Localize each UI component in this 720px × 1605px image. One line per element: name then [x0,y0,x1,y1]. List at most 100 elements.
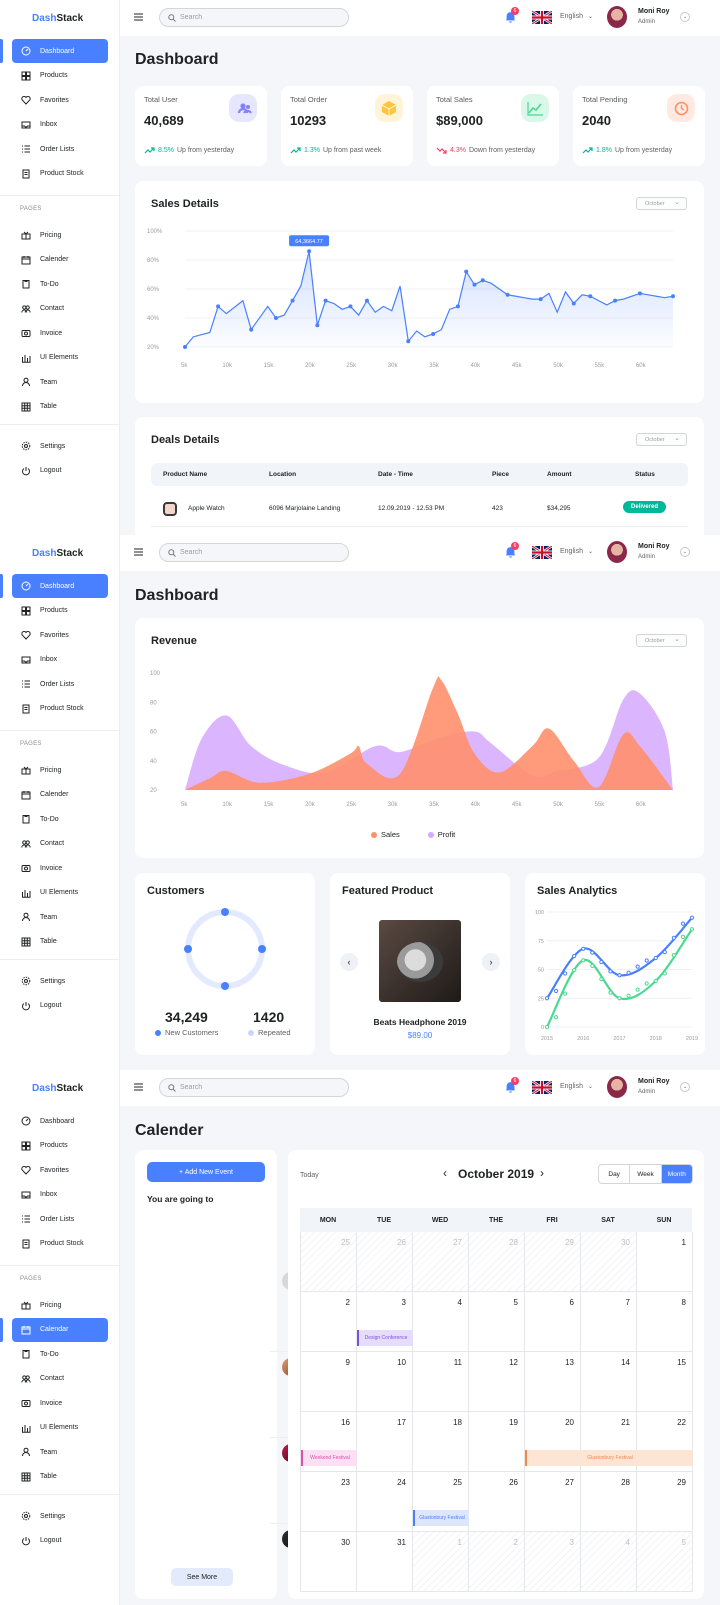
data-point[interactable] [637,291,642,296]
language-selector[interactable]: English [560,1083,583,1090]
calendar-day-cell[interactable]: 26 [357,1232,413,1292]
sidebar-item-to-do[interactable]: To-Do [12,1342,108,1366]
sidebar-item-pricing[interactable]: Pricing [12,223,108,247]
data-point[interactable] [590,963,595,968]
calendar-day-cell[interactable]: 5 [469,1292,525,1352]
avatar[interactable] [607,541,627,563]
data-point[interactable] [553,1015,559,1020]
data-point[interactable] [307,249,312,254]
sidebar-item-ui-elements[interactable]: UI Elements [12,881,108,905]
calendar-day-cell[interactable]: 3 [525,1532,581,1592]
data-point[interactable] [464,269,469,274]
data-point[interactable] [290,298,295,303]
sidebar-item-product-stock[interactable]: Product Stock [12,1232,108,1256]
data-point[interactable] [544,996,550,1001]
sidebar-item-logout[interactable]: Logout [12,1529,108,1553]
calendar-day-cell[interactable]: 28 [469,1232,525,1292]
calendar-day-cell[interactable]: 25 [301,1232,357,1292]
sidebar-item-inbox[interactable]: Inbox [12,648,108,672]
logo[interactable]: DashStack [32,1083,83,1094]
sidebar-item-order-lists[interactable]: Order Lists [12,137,108,161]
sidebar-item-contact[interactable]: Contact [12,832,108,856]
sidebar-item-pricing[interactable]: Pricing [12,758,108,782]
data-point[interactable] [653,955,658,961]
sidebar-item-dashboard[interactable]: Dashboard [12,1109,108,1133]
chevron-down-icon[interactable]: ⌄ [588,1083,593,1090]
chevron-down-icon[interactable]: ⌄ [588,548,593,555]
sidebar-item-ui-elements[interactable]: UI Elements [12,1416,108,1440]
sidebar-item-pricing[interactable]: Pricing [12,1293,108,1317]
sidebar-item-dashboard[interactable]: Dashboard [0,39,108,63]
sidebar-item-team[interactable]: Team [12,905,108,929]
sidebar-item-table[interactable]: Table [12,1465,108,1489]
notification-button[interactable]: 6 [505,7,519,28]
profile-menu-button[interactable]: ⌄ [680,1082,690,1092]
sidebar-item-settings[interactable]: Settings [12,969,108,993]
sidebar-item-products[interactable]: Products [12,1134,108,1158]
view-month[interactable]: Month [661,1165,692,1183]
data-point[interactable] [662,950,667,955]
language-selector[interactable]: English [560,548,583,555]
search-input[interactable]: Search [159,543,349,562]
calendar-day-cell[interactable]: 13 [525,1352,581,1412]
view-week[interactable]: Week [630,1165,662,1183]
sidebar-item-table[interactable]: Table [12,930,108,954]
sidebar-item-contact[interactable]: Contact [12,1367,108,1391]
profile-menu-button[interactable]: ⌄ [680,547,690,557]
calendar-day-cell[interactable]: 14 [581,1352,637,1412]
sidebar-item-team[interactable]: Team [12,370,108,394]
calendar-day-cell[interactable]: 10 [357,1352,413,1412]
sidebar-item-calender[interactable]: Calender [12,783,108,807]
sidebar-item-favorites[interactable]: Favorites [12,88,108,112]
chevron-down-icon[interactable]: ⌄ [588,13,593,20]
sidebar-item-order-lists[interactable]: Order Lists [12,672,108,696]
sidebar-item-dashboard[interactable]: Dashboard [0,574,108,598]
data-point[interactable] [572,953,577,959]
calendar-day-cell[interactable]: 4 [413,1292,469,1352]
calendar-day-cell[interactable]: 28 [581,1472,637,1532]
calendar-day-cell[interactable]: 30 [581,1232,637,1292]
uk-flag-icon[interactable] [532,1081,552,1094]
calendar-day-cell[interactable]: 19 [469,1412,525,1472]
calendar-day-cell[interactable]: 5 [637,1532,693,1592]
sidebar-item-contact[interactable]: Contact [12,297,108,321]
data-point[interactable] [553,988,559,994]
data-point[interactable] [572,967,577,973]
calendar-day-cell[interactable]: 7 [581,1292,637,1352]
sidebar-item-products[interactable]: Products [12,64,108,88]
calendar-day-cell[interactable]: 24 [357,1472,413,1532]
sidebar-item-inbox[interactable]: Inbox [12,113,108,137]
data-point[interactable] [315,323,320,328]
uk-flag-icon[interactable] [532,11,552,24]
data-point[interactable] [599,977,604,982]
data-point[interactable] [588,294,593,299]
data-point[interactable] [671,294,675,299]
avatar[interactable] [607,6,627,28]
calendar-day-cell[interactable]: 30 [301,1532,357,1592]
data-point[interactable] [590,950,595,955]
data-point[interactable] [364,298,369,303]
table-row[interactable]: Apple Watch 6096 Marjolaine Landing 12.0… [151,485,688,527]
event-bar-glastonbury-festival[interactable]: Glastonbury Festival [525,1450,693,1466]
uk-flag-icon[interactable] [532,546,552,559]
calendar-day-cell[interactable]: 2 [301,1292,357,1352]
event-bar-glastonbury-festival-2[interactable]: Glastonbury Festival [413,1510,469,1526]
see-more-button[interactable]: See More [171,1568,233,1586]
sidebar-item-team[interactable]: Team [12,1440,108,1464]
calendar-day-cell[interactable]: 29 [637,1472,693,1532]
data-point[interactable] [538,297,543,302]
data-point[interactable] [480,278,485,283]
prev-arrow[interactable]: ‹ [340,953,358,971]
calendar-day-cell[interactable]: 15 [637,1352,693,1412]
sidebar-item-ui-elements[interactable]: UI Elements [12,346,108,370]
data-point[interactable] [571,301,576,306]
calendar-day-cell[interactable]: 18 [413,1412,469,1472]
data-point[interactable] [617,996,622,1001]
data-point[interactable] [689,915,695,920]
data-point[interactable] [662,971,667,976]
language-selector[interactable]: English [560,13,583,20]
sidebar-item-logout[interactable]: Logout [12,459,108,483]
menu-icon[interactable] [134,1083,143,1091]
event-bar-design-conference[interactable]: Design Conference [357,1330,413,1346]
data-point[interactable] [671,953,676,958]
